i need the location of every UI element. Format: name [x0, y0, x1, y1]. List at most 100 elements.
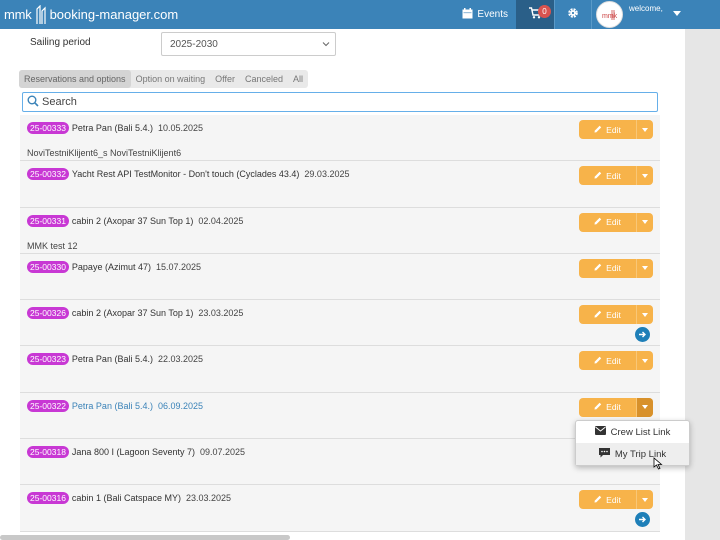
tab-all[interactable]: All [288, 70, 308, 88]
boat-name[interactable]: Petra Pan (Bali 5.4.) [72, 401, 153, 411]
gear-icon [567, 7, 579, 22]
edit-dropdown-toggle[interactable] [637, 213, 653, 232]
tab-offer[interactable]: Offer [210, 70, 240, 88]
comment-icon [598, 447, 610, 461]
horizontal-scrollbar[interactable] [0, 535, 290, 540]
reservation-row[interactable]: 25-00318 Jana 800 I (Lagoon Seventy 7) 09.… [20, 439, 660, 486]
reservation-row[interactable]: 25-00322 Petra Pan (Bali 5.4.) 06.09.2025 E… [20, 392, 660, 440]
sailing-period-label: Sailing period [30, 37, 91, 48]
boat-name: cabin 2 (Axopar 37 Sun Top 1) [71, 308, 194, 319]
reservation-id-badge[interactable]: 25-00322 [27, 399, 69, 412]
reservation-summary: 25-00318 Jana 800 I (Lagoon Seventy 7) 09.… [27, 446, 245, 459]
edit-button[interactable]: Edit [579, 305, 637, 325]
edit-button-group: Edit [579, 258, 653, 278]
edit-button-group: Edit [579, 351, 653, 371]
reservation-summary: 25-00333 Petra Pan (Bali 5.4.) 10.05.2025 [27, 122, 203, 134]
reservation-row[interactable]: 25-00331 cabin 2 (Axopar 37 Sun Top 1) 02.… [20, 207, 660, 254]
client-name: NoviTestniKlijent6_s NoviTestniKlijent6 [27, 148, 182, 158]
svg-text:mmk: mmk [602, 13, 618, 20]
reservation-summary: 25-00323 Petra Pan (Bali 5.4.) 22.03.2025 [27, 353, 204, 366]
logo-mark-icon [34, 4, 48, 25]
edit-label: Edit [606, 263, 621, 274]
tab-reservations-and-options[interactable]: Reservations and options [19, 70, 131, 88]
reservation-id-badge[interactable]: 25-00332 [27, 168, 69, 181]
reservation-summary: 25-00322 Petra Pan (Bali 5.4.) 06.09.2025 [27, 399, 203, 412]
edit-label: Edit [606, 124, 621, 135]
reservation-date: 15.07.2025 [155, 261, 202, 272]
edit-dropdown-toggle[interactable] [637, 397, 653, 417]
reservation-date: 23.03.2025 [198, 308, 244, 319]
sailing-period-select[interactable]: 2025-2030 [161, 32, 336, 56]
reservation-id-badge[interactable]: 25-00326 [27, 307, 69, 320]
pencil-icon [594, 263, 602, 273]
reservation-row[interactable]: 25-00333 Petra Pan (Bali 5.4.) 10.05.2025 N… [20, 115, 660, 162]
edit-button-group: Edit [579, 397, 653, 417]
caret-down-icon [642, 497, 648, 502]
reservation-id-badge[interactable]: 25-00330 [27, 260, 69, 273]
arrow-right-circle-icon[interactable] [635, 512, 650, 528]
edit-button[interactable]: Edit [579, 120, 637, 139]
reservation-row[interactable]: 25-00332 Yacht Rest API TestMonitor - Don… [20, 161, 660, 208]
boat-name: Papaye (Azimut 47) [71, 261, 151, 272]
edit-button-group: Edit [579, 120, 653, 139]
settings-button[interactable] [554, 0, 592, 29]
tab-canceled[interactable]: Canceled [240, 70, 288, 88]
reservation-row[interactable]: 25-00330 Papaye (Azimut 47) 15.07.2025 Edit [20, 253, 660, 301]
user-menu[interactable]: mmk welcome, [592, 0, 720, 29]
reservation-id-badge[interactable]: 25-00331 [27, 214, 69, 227]
reservation-id-badge[interactable]: 25-00318 [27, 446, 69, 459]
right-gutter [685, 29, 720, 540]
logo[interactable]: mmk booking-manager.com [0, 0, 178, 29]
reservation-id-badge[interactable]: 25-00333 [27, 122, 69, 134]
reservation-id-badge[interactable]: 25-00323 [27, 353, 69, 366]
boat-name: Yacht Rest API TestMonitor - Don't touch… [71, 169, 300, 180]
edit-button-group: Edit [579, 305, 653, 325]
edit-dropdown-toggle[interactable] [637, 166, 653, 185]
edit-dropdown-toggle[interactable] [637, 351, 653, 370]
edit-label: Edit [606, 402, 621, 413]
edit-dropdown-toggle[interactable] [637, 259, 653, 278]
pencil-icon [594, 171, 602, 181]
edit-button[interactable]: Edit [579, 258, 637, 278]
tab-option-on-waiting[interactable]: Option on waiting [131, 70, 211, 88]
edit-button[interactable]: Edit [579, 351, 637, 371]
pencil-icon [594, 356, 602, 366]
logo-mmk: mmk [4, 7, 32, 22]
reservation-date: 23.03.2025 [185, 493, 232, 504]
welcome-label: welcome, [629, 4, 663, 13]
edit-dropdown-toggle[interactable] [637, 305, 653, 324]
caret-down-icon [642, 405, 648, 410]
edit-dropdown-toggle[interactable] [637, 120, 653, 139]
edit-button[interactable]: Edit [579, 212, 637, 232]
cart-button[interactable]: 0 [516, 0, 554, 29]
edit-label: Edit [606, 170, 621, 181]
search-input[interactable] [42, 96, 642, 108]
arrow-right-circle-icon[interactable] [635, 327, 650, 343]
status-tabs: Reservations and options Option on waiti… [19, 70, 308, 88]
events-label: Events [477, 9, 508, 20]
boat-name: Petra Pan (Bali 5.4.) [71, 123, 153, 133]
reservation-row[interactable]: 25-00323 Petra Pan (Bali 5.4.) 22.03.2025 E… [20, 346, 660, 393]
edit-dropdown-toggle[interactable] [637, 490, 653, 509]
calendar-icon [462, 7, 473, 22]
sailing-period-value: 2025-2030 [170, 39, 218, 50]
reservation-summary: 25-00326 cabin 2 (Axopar 37 Sun Top 1) 23.… [27, 307, 244, 320]
caret-down-icon [642, 312, 648, 317]
caret-down-icon [642, 220, 648, 225]
reservation-date: 22.03.2025 [157, 354, 204, 365]
edit-button[interactable]: Edit [579, 490, 637, 510]
reservation-summary: 25-00332 Yacht Rest API TestMonitor - Don… [27, 168, 349, 181]
search-box [22, 92, 658, 112]
top-navbar: mmk booking-manager.com Events 0 mmk wel… [0, 0, 720, 29]
boat-name: cabin 1 (Bali Catspace MY) [71, 493, 181, 504]
pencil-icon [594, 402, 602, 412]
crew-list-link-item[interactable]: Crew List Link [576, 421, 689, 443]
reservation-row[interactable]: 25-00326 cabin 2 (Axopar 37 Sun Top 1) 23.… [20, 300, 660, 347]
caret-down-icon [642, 173, 648, 178]
my-trip-link-item[interactable]: My Trip Link [576, 443, 689, 465]
reservation-id-badge[interactable]: 25-00316 [27, 492, 69, 505]
edit-button[interactable]: Edit [579, 397, 637, 417]
edit-button[interactable]: Edit [579, 166, 637, 186]
reservation-row[interactable]: 25-00316 cabin 1 (Bali Catspace MY) 23.03.… [20, 485, 660, 532]
events-link[interactable]: Events [454, 0, 516, 29]
